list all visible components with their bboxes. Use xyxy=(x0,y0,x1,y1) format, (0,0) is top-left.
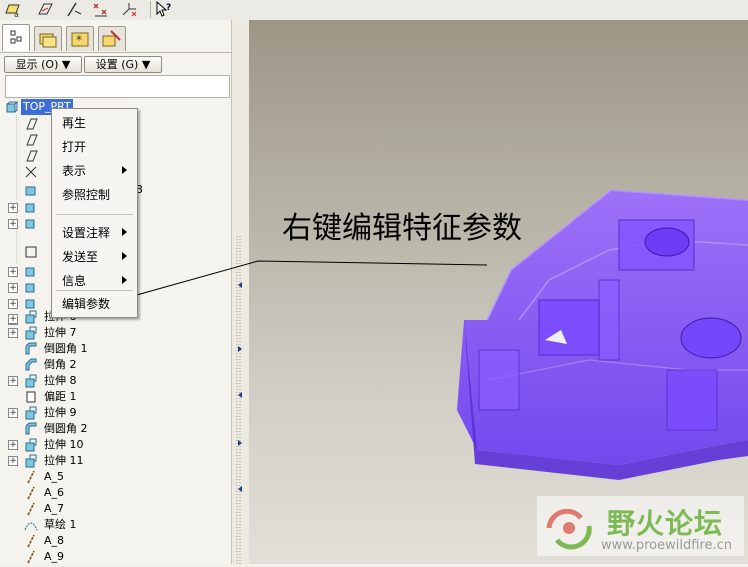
submenu-arrow-icon xyxy=(122,166,127,174)
watermark-logo-icon xyxy=(546,508,592,550)
watermark-title: 野火论坛 xyxy=(607,507,724,540)
menu-separator xyxy=(56,214,133,215)
menu-item-edit-parameters[interactable]: 编辑参数 xyxy=(62,295,110,312)
menu-item-set-notes[interactable]: 设置注释 xyxy=(62,224,110,241)
menu-item-send-to[interactable]: 发送至 xyxy=(62,248,98,265)
context-menu: 再生 打开 表示 参照控制 设置注释 发送至 信息 编辑参数 xyxy=(51,108,138,318)
watermark-url: www.proewildfire.cn xyxy=(601,538,732,553)
menu-item-open[interactable]: 打开 xyxy=(62,138,86,155)
menu-item-regenerate[interactable]: 再生 xyxy=(62,114,86,131)
submenu-arrow-icon xyxy=(122,252,127,260)
menu-item-representation[interactable]: 表示 xyxy=(62,162,86,179)
menu-item-info[interactable]: 信息 xyxy=(62,272,86,289)
menu-separator xyxy=(56,290,133,291)
submenu-arrow-icon xyxy=(122,228,127,236)
menu-item-reference-control[interactable]: 参照控制 xyxy=(62,186,110,203)
submenu-arrow-icon xyxy=(122,276,127,284)
callout-text: 右键编辑特征参数 xyxy=(282,211,522,246)
